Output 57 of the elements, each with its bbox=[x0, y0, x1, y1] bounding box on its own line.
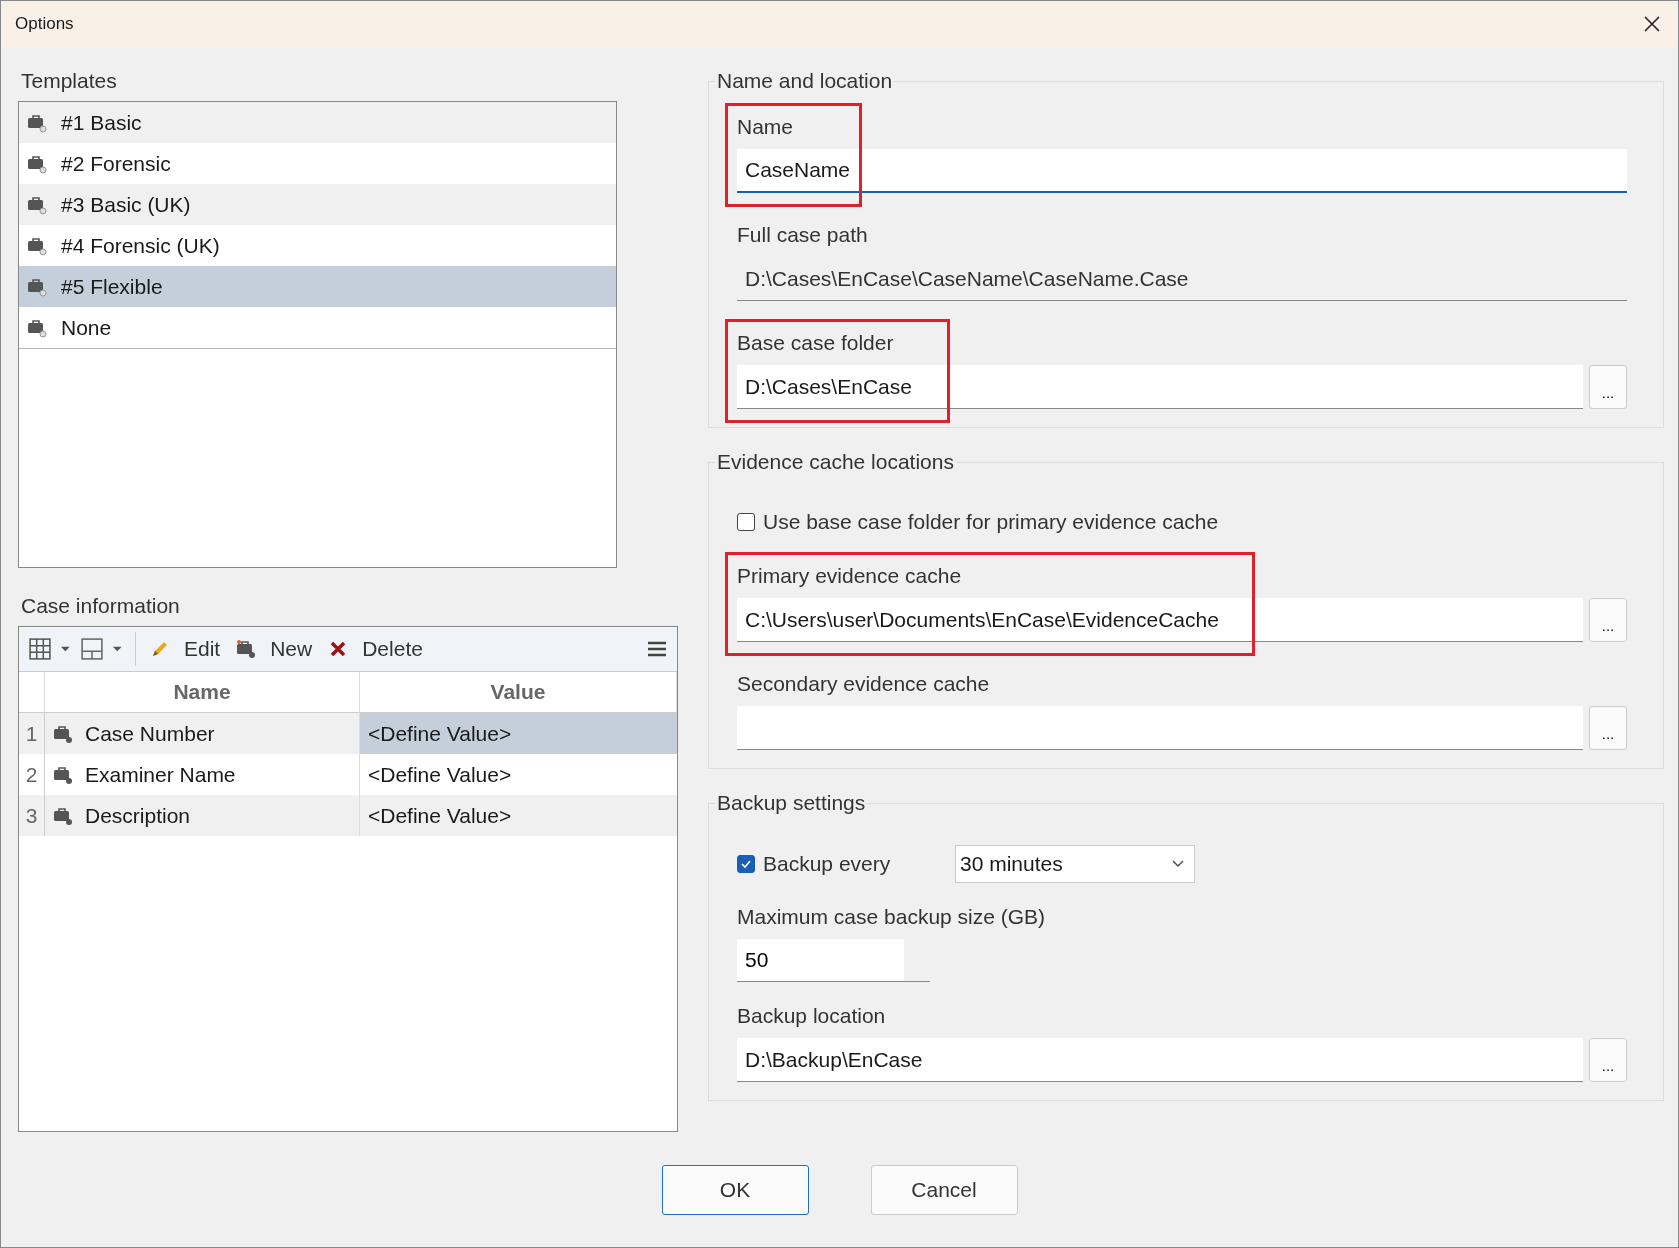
checkbox-label: Backup every bbox=[763, 852, 891, 876]
text-field[interactable]: D:\Backup\EnCase bbox=[737, 1038, 1583, 1082]
field-name: Case Number bbox=[85, 721, 215, 746]
briefcase-icon bbox=[27, 235, 47, 256]
checkbox[interactable] bbox=[737, 513, 755, 531]
text-field[interactable]: CaseName bbox=[737, 149, 1627, 193]
template-item[interactable]: #5 Flexible bbox=[19, 266, 616, 307]
field-name: Description bbox=[85, 803, 191, 828]
briefcase-icon bbox=[27, 112, 47, 133]
chevron-down-icon bbox=[1172, 860, 1184, 868]
field-name: Examiner Name bbox=[85, 762, 236, 787]
group-title: Name and location bbox=[716, 69, 894, 93]
checkbox-label: Use base case folder for primary evidence cache bbox=[763, 510, 1219, 534]
templates-label: Templates bbox=[21, 69, 118, 93]
case-information-label: Case information bbox=[21, 594, 181, 618]
text-field[interactable]: C:\Users\user\Documents\EnCase\EvidenceCache bbox=[737, 598, 1583, 642]
briefcase-icon bbox=[27, 194, 47, 215]
browse-button[interactable]: ... bbox=[1589, 598, 1627, 642]
check-icon bbox=[740, 858, 752, 870]
browse-button[interactable]: ... bbox=[1589, 365, 1627, 409]
template-item[interactable]: #1 Basic bbox=[19, 102, 616, 143]
new-button[interactable]: New bbox=[228, 632, 321, 666]
row-number: 1 bbox=[19, 713, 45, 754]
text-field[interactable]: D:\Cases\EnCase bbox=[737, 365, 1583, 409]
close-icon[interactable] bbox=[1642, 14, 1662, 34]
menu-icon bbox=[647, 639, 667, 659]
group-title: Backup settings bbox=[716, 791, 867, 815]
checkbox[interactable] bbox=[737, 855, 755, 873]
ok-button[interactable]: OK bbox=[661, 1165, 809, 1215]
text-field[interactable] bbox=[737, 706, 1583, 750]
interval-dropdown[interactable]: 30 minutes bbox=[955, 845, 1195, 883]
edit-button[interactable]: Edit bbox=[142, 632, 229, 666]
table-cell[interactable]: <Define Value> bbox=[360, 713, 677, 754]
pencil-icon bbox=[150, 639, 170, 659]
browse-button[interactable]: ... bbox=[1589, 706, 1627, 750]
field-label: Maximum case backup size (GB) bbox=[737, 905, 1047, 929]
cancel-button[interactable]: Cancel bbox=[870, 1165, 1018, 1215]
briefcase-icon bbox=[236, 639, 257, 659]
briefcase-icon bbox=[53, 723, 73, 744]
table-cell[interactable]: <Define Value> bbox=[360, 795, 677, 836]
field-label: Base case folder bbox=[737, 331, 895, 355]
browse-button[interactable]: ... bbox=[1589, 1038, 1627, 1082]
delete-button[interactable]: Delete bbox=[320, 632, 431, 666]
field-label: Primary evidence cache bbox=[737, 564, 963, 588]
window-title: Options bbox=[15, 14, 74, 34]
briefcase-icon bbox=[27, 276, 47, 297]
row-number: 3 bbox=[19, 795, 45, 836]
briefcase-icon bbox=[27, 153, 47, 174]
briefcase-icon bbox=[53, 805, 73, 826]
briefcase-icon bbox=[53, 764, 73, 785]
field-label: Secondary evidence cache bbox=[737, 672, 991, 696]
field-label: Backup location bbox=[737, 1004, 887, 1028]
field-label: Full case path bbox=[737, 223, 869, 247]
field-label: Name bbox=[737, 115, 795, 139]
group-title: Evidence cache locations bbox=[716, 450, 955, 474]
template-item[interactable]: #3 Basic (UK) bbox=[19, 184, 616, 225]
briefcase-icon bbox=[27, 317, 47, 338]
